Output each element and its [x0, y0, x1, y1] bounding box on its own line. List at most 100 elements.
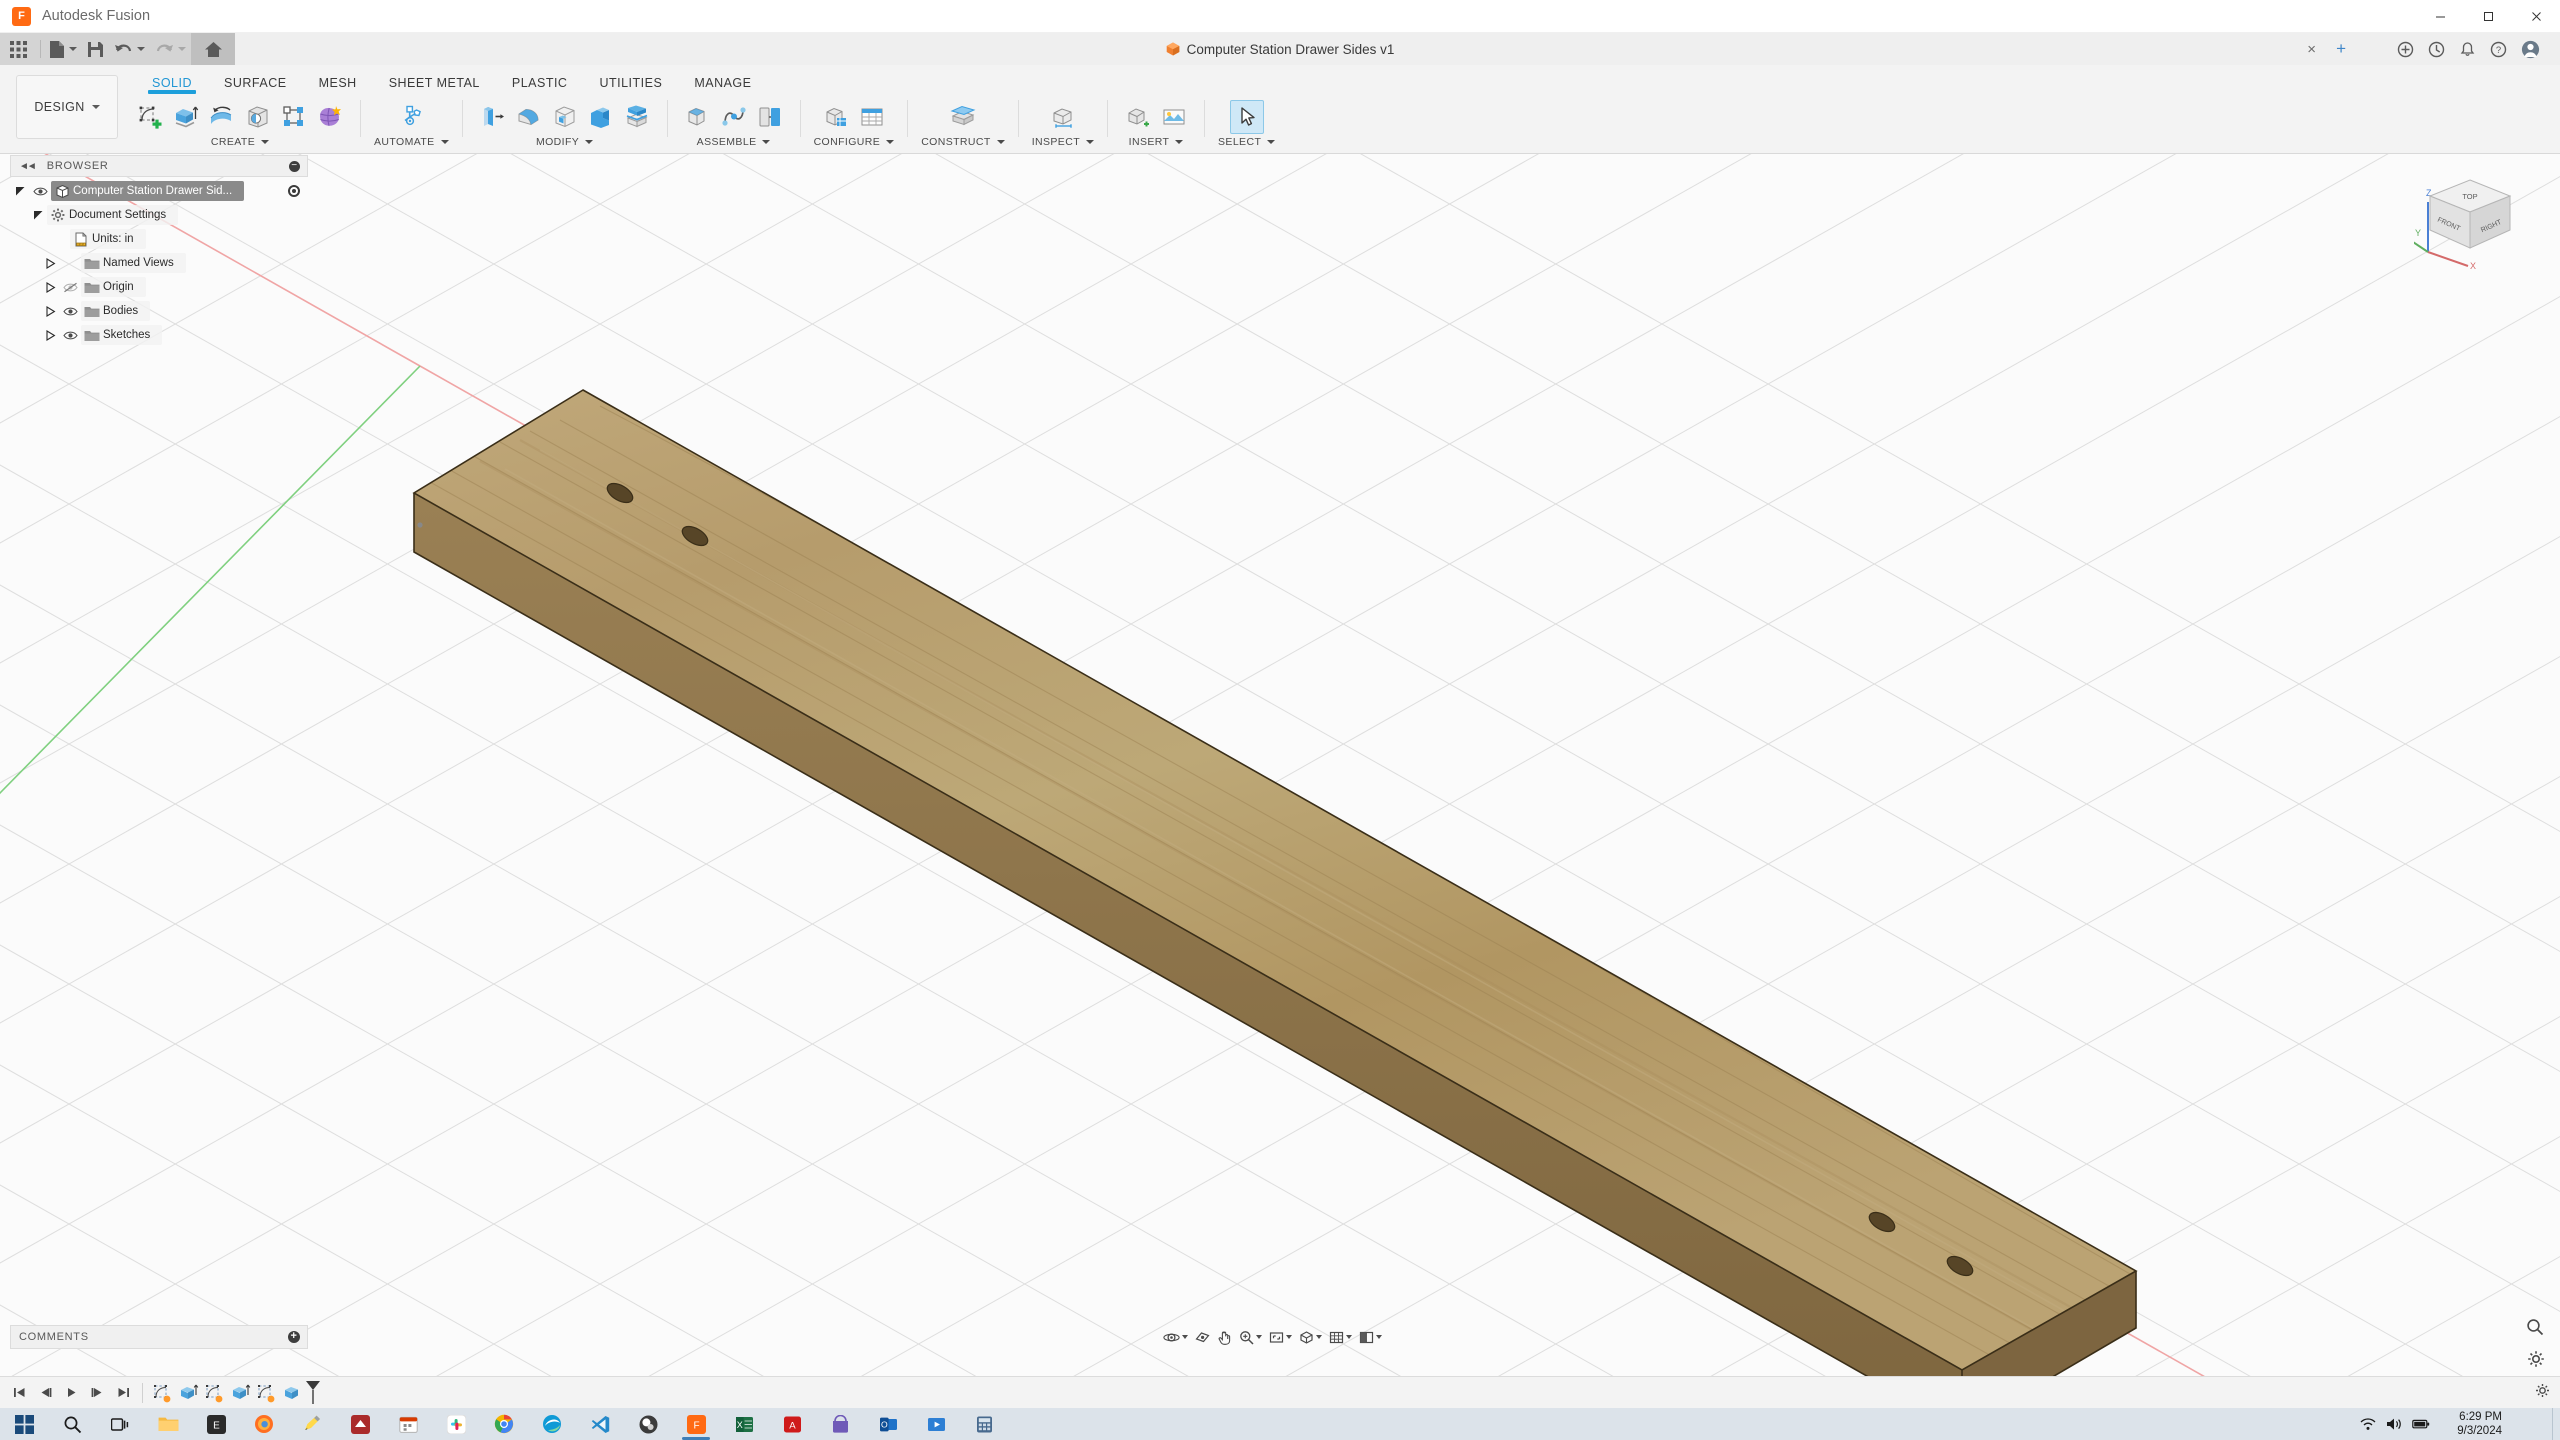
- tab-solid[interactable]: SOLID: [136, 69, 208, 94]
- hole-icon[interactable]: [241, 100, 275, 134]
- visibility-eye-icon[interactable]: [59, 306, 81, 317]
- panel-modify-label[interactable]: MODIFY: [536, 136, 594, 148]
- minimize-button[interactable]: [2416, 0, 2464, 33]
- combine-icon[interactable]: [584, 100, 618, 134]
- twist-right-icon[interactable]: [42, 305, 59, 317]
- acrobat-icon[interactable]: A: [768, 1408, 816, 1440]
- visibility-eye-icon[interactable]: [59, 330, 81, 341]
- start-icon[interactable]: [0, 1408, 48, 1440]
- panel-modify-chevron-down-icon[interactable]: [585, 140, 594, 144]
- tree-sketches-pill[interactable]: Sketches: [81, 325, 163, 345]
- timeline-sketch-2[interactable]: [201, 1380, 227, 1406]
- twist-right-icon[interactable]: [42, 329, 59, 341]
- tree-item-bodies[interactable]: Bodies: [10, 299, 308, 323]
- panel-create-label[interactable]: CREATE: [211, 136, 270, 148]
- calculator-icon[interactable]: [960, 1408, 1008, 1440]
- fusion-icon[interactable]: F: [672, 1408, 720, 1440]
- panel-inspect-label[interactable]: INSPECT: [1032, 136, 1095, 148]
- insert-derive-icon[interactable]: [1121, 100, 1155, 134]
- edge-icon[interactable]: [528, 1408, 576, 1440]
- twist-right-icon[interactable]: [42, 281, 59, 293]
- tab-surface[interactable]: SURFACE: [208, 69, 303, 90]
- browser-collapse-icon[interactable]: ◄◄: [19, 161, 37, 172]
- file-icon[interactable]: [44, 33, 82, 65]
- orbit-chevron-down-icon[interactable]: [1182, 1335, 1188, 1339]
- viewports-icon[interactable]: [1356, 1326, 1385, 1348]
- twist-down-icon[interactable]: [30, 210, 47, 221]
- select-icon[interactable]: [1229, 100, 1264, 134]
- app-grid-icon[interactable]: [0, 33, 37, 65]
- automate-icon[interactable]: [394, 100, 428, 134]
- calendar-icon[interactable]: [384, 1408, 432, 1440]
- panel-assemble-chevron-down-icon[interactable]: [762, 140, 771, 144]
- workspace-chevron-down-icon[interactable]: [91, 105, 100, 109]
- display-settings-icon[interactable]: [1296, 1326, 1325, 1348]
- zoom-icon[interactable]: [1236, 1326, 1265, 1348]
- tree-units-pill[interactable]: Units: in: [70, 229, 146, 249]
- twist-right-icon[interactable]: [42, 257, 59, 269]
- zoom-chevron-down-icon[interactable]: [1256, 1335, 1262, 1339]
- tab-sheet-metal[interactable]: SHEET METAL: [373, 69, 496, 90]
- tab-manage[interactable]: MANAGE: [678, 69, 767, 90]
- press-pull-icon[interactable]: [476, 100, 510, 134]
- undo-chevron-down-icon[interactable]: [137, 47, 145, 51]
- pan-icon[interactable]: [1214, 1326, 1235, 1348]
- undo-icon[interactable]: [109, 33, 150, 65]
- extensions-icon[interactable]: [2397, 41, 2414, 58]
- tree-root-pill[interactable]: Computer Station Drawer Sid...: [51, 181, 245, 201]
- new-component-icon[interactable]: [681, 100, 715, 134]
- timeline-end-marker[interactable]: [305, 1380, 321, 1406]
- outlook-icon[interactable]: O: [864, 1408, 912, 1440]
- panel-insert-chevron-down-icon[interactable]: [1175, 140, 1184, 144]
- split-face-icon[interactable]: [620, 100, 654, 134]
- timeline-extrude-1[interactable]: [175, 1380, 201, 1406]
- timeline-step-back[interactable]: [32, 1380, 58, 1406]
- panel-insert-label[interactable]: INSERT: [1129, 136, 1184, 148]
- tab-plastic[interactable]: PLASTIC: [496, 69, 584, 90]
- configure-icon[interactable]: [819, 100, 853, 134]
- twist-down-icon[interactable]: [12, 186, 29, 197]
- tree-item-document-settings[interactable]: Document Settings: [10, 203, 308, 227]
- viewport-settings-gear-icon[interactable]: [2527, 1350, 2545, 1368]
- search-icon[interactable]: [48, 1408, 96, 1440]
- tree-bodies-pill[interactable]: Bodies: [81, 301, 151, 321]
- tree-origin-pill[interactable]: Origin: [81, 277, 146, 297]
- tree-item-root-component[interactable]: Computer Station Drawer Sid...: [10, 179, 308, 203]
- shell-icon[interactable]: [548, 100, 582, 134]
- tree-item-sketches[interactable]: Sketches: [10, 323, 308, 347]
- file-explorer-icon[interactable]: [144, 1408, 192, 1440]
- workspace-switcher[interactable]: DESIGN: [16, 75, 118, 139]
- store-icon[interactable]: [816, 1408, 864, 1440]
- panel-assemble-label[interactable]: ASSEMBLE: [697, 136, 771, 148]
- timeline-settings-gear-icon[interactable]: [2535, 1383, 2550, 1403]
- timeline-play[interactable]: [58, 1380, 84, 1406]
- media-icon[interactable]: [912, 1408, 960, 1440]
- tree-item-units[interactable]: Units: in: [10, 227, 308, 251]
- close-button[interactable]: [2512, 0, 2560, 33]
- redo-chevron-down-icon[interactable]: [178, 47, 186, 51]
- viewport-search-icon[interactable]: [2526, 1318, 2544, 1336]
- revolve-icon[interactable]: [205, 100, 239, 134]
- configuration-table-icon[interactable]: [855, 100, 889, 134]
- tree-named-views-pill[interactable]: Named Views: [81, 253, 186, 273]
- look-at-icon[interactable]: [1192, 1326, 1213, 1348]
- grid-snaps-icon[interactable]: [1326, 1326, 1355, 1348]
- sketchup-icon[interactable]: [336, 1408, 384, 1440]
- browser-minimize-icon[interactable]: −: [289, 160, 300, 172]
- file-chevron-down-icon[interactable]: [69, 47, 77, 51]
- notepad-icon[interactable]: [288, 1408, 336, 1440]
- panel-configure-chevron-down-icon[interactable]: [886, 140, 895, 144]
- visibility-eye-hidden-icon[interactable]: [59, 282, 81, 293]
- tree-item-origin[interactable]: Origin: [10, 275, 308, 299]
- excel-icon[interactable]: X: [720, 1408, 768, 1440]
- fillet-icon[interactable]: [512, 100, 546, 134]
- tray-battery-icon[interactable]: [2412, 1417, 2430, 1431]
- chrome-icon[interactable]: [480, 1408, 528, 1440]
- tray-network-icon[interactable]: [2360, 1417, 2376, 1431]
- viewport-canvas[interactable]: Z X Y TOP FRONT RIGHT: [0, 154, 2560, 1376]
- comments-add-icon[interactable]: +: [288, 1331, 300, 1343]
- component-activate-radio[interactable]: [288, 185, 300, 197]
- redo-icon[interactable]: [150, 33, 191, 65]
- tree-item-named-views[interactable]: Named Views: [10, 251, 308, 275]
- vscode-icon[interactable]: [576, 1408, 624, 1440]
